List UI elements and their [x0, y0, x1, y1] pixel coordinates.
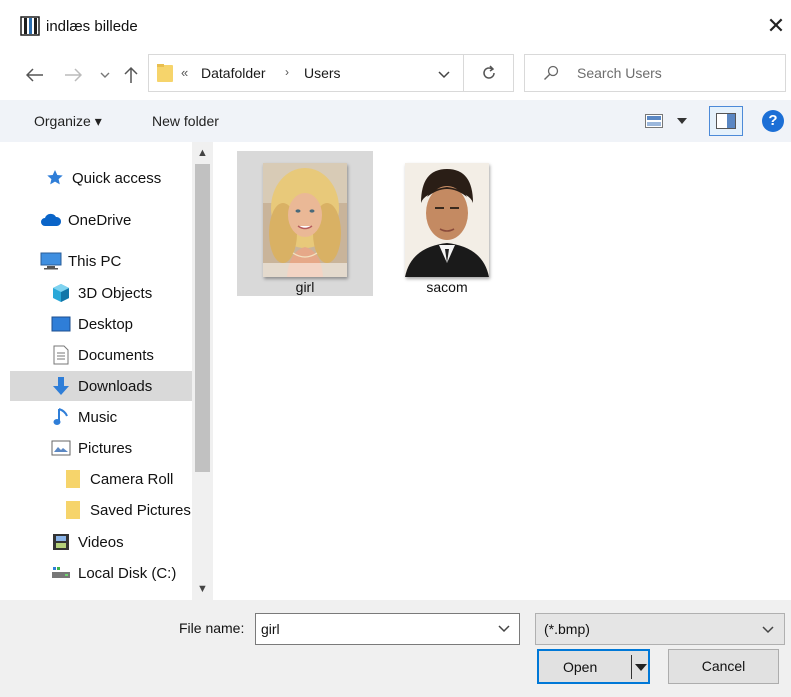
sacom-thumbnail — [405, 163, 489, 277]
desktop-icon — [50, 314, 72, 334]
folder-icon — [157, 64, 173, 82]
sidebar-item-camera-roll[interactable]: Camera Roll — [62, 464, 173, 494]
pictures-icon — [50, 438, 72, 458]
search-input[interactable]: Search Users — [524, 54, 786, 92]
file-item-sacom[interactable]: sacom — [379, 151, 515, 296]
sidebar-item-label: Documents — [78, 346, 154, 364]
back-arrow-icon — [26, 68, 43, 82]
sidebar-item-this-pc[interactable]: This PC — [40, 246, 121, 276]
girl-thumbnail — [263, 163, 347, 277]
open-dropdown-icon[interactable] — [635, 663, 647, 672]
file-list: girl sacom — [214, 142, 791, 600]
close-icon: ✕ — [766, 13, 786, 38]
view-dropdown-icon[interactable] — [677, 117, 687, 125]
scroll-up-arrow-icon[interactable]: ▲ — [192, 142, 213, 164]
sidebar-item-local-disk[interactable]: Local Disk (C:) — [50, 558, 176, 588]
music-note-icon — [50, 407, 72, 427]
command-toolbar: Organize ▾ New folder ? — [0, 100, 791, 142]
up-arrow-icon — [124, 66, 138, 83]
sidebar-item-onedrive[interactable]: OneDrive — [40, 205, 131, 235]
sidebar-item-documents[interactable]: Documents — [50, 340, 154, 370]
sidebar-item-label: Videos — [78, 533, 124, 551]
breadcrumb-separator[interactable]: › — [285, 65, 289, 79]
file-name-label: File name: — [179, 620, 245, 636]
sidebar-item-quick-access[interactable]: Quick access — [44, 163, 161, 193]
sidebar-item-label: This PC — [68, 252, 122, 270]
file-name-label: sacom — [426, 279, 468, 295]
recent-locations-button[interactable] — [94, 64, 116, 86]
file-name-label: girl — [295, 279, 315, 295]
sidebar-item-label: OneDrive — [68, 211, 132, 229]
address-bar[interactable]: « Datafolder › Users — [148, 54, 464, 92]
file-item-girl[interactable]: girl — [237, 151, 373, 296]
sidebar-item-videos[interactable]: Videos — [50, 527, 124, 557]
address-overflow-chevron[interactable]: « — [181, 65, 188, 80]
preview-pane-button[interactable] — [709, 106, 743, 136]
sidebar-item-3d-objects[interactable]: 3D Objects — [50, 278, 152, 308]
chevron-down-icon — [100, 72, 110, 78]
dialog-footer: File name: girl (*.bmp) Open Cancel — [0, 600, 791, 697]
breadcrumb-datafolder[interactable]: Datafolder — [201, 65, 266, 81]
file-name-value[interactable]: girl — [261, 621, 280, 637]
file-name-dropdown-icon[interactable] — [498, 624, 510, 634]
film-icon — [50, 532, 72, 552]
sidebar-item-pictures[interactable]: Pictures — [50, 433, 132, 463]
preview-pane-icon — [716, 113, 736, 129]
navigation-pane: Quick access OneDrive This PC 3D Objects… — [0, 142, 214, 600]
back-button[interactable] — [24, 64, 46, 86]
disk-icon — [50, 563, 72, 583]
sidebar-item-label: 3D Objects — [78, 284, 153, 302]
scroll-down-arrow-icon[interactable]: ▼ — [192, 578, 213, 600]
sidebar-item-label: Camera Roll — [90, 470, 174, 488]
navigation-bar: « Datafolder › Users Search Users — [0, 48, 791, 100]
cube-icon — [50, 283, 72, 303]
sidebar-item-desktop[interactable]: Desktop — [50, 309, 133, 339]
chevron-down-icon — [762, 626, 774, 634]
open-button-label: Open — [563, 659, 598, 675]
sidebar-item-music[interactable]: Music — [50, 402, 117, 432]
sidebar-item-saved-pictures[interactable]: Saved Pictures — [62, 495, 191, 525]
window-title: indlæs billede — [46, 18, 138, 35]
close-button[interactable]: ✕ — [761, 8, 791, 44]
star-icon — [44, 168, 66, 188]
sidebar-item-label: Pictures — [78, 439, 133, 457]
refresh-icon — [482, 65, 495, 79]
file-type-select[interactable]: (*.bmp) — [535, 613, 785, 645]
sidebar-scrollbar[interactable]: ▲ ▼ — [192, 142, 213, 600]
search-icon — [544, 65, 559, 80]
file-name-input[interactable] — [255, 613, 520, 645]
computer-icon — [40, 251, 62, 271]
search-placeholder: Search Users — [577, 65, 662, 81]
refresh-button[interactable] — [464, 54, 514, 92]
forward-arrow-icon — [65, 68, 82, 82]
help-button[interactable]: ? — [762, 110, 784, 132]
new-folder-button[interactable]: New folder — [152, 113, 219, 129]
sidebar-item-label: Quick access — [72, 169, 162, 187]
sidebar-item-label: Saved Pictures — [90, 501, 191, 519]
cancel-button[interactable]: Cancel — [668, 649, 779, 684]
download-arrow-icon — [50, 376, 72, 396]
sidebar-item-downloads[interactable]: Downloads — [10, 371, 192, 401]
split-divider — [631, 655, 632, 679]
sidebar-item-label: Downloads — [78, 377, 153, 395]
sidebar-item-label: Music — [78, 408, 118, 426]
folder-icon — [62, 469, 84, 489]
breadcrumb-users[interactable]: Users — [304, 65, 341, 81]
app-film-icon — [20, 16, 40, 36]
change-view-icon[interactable] — [645, 114, 663, 128]
address-dropdown-icon[interactable] — [437, 67, 451, 81]
folder-icon — [62, 500, 84, 520]
forward-button[interactable] — [62, 64, 84, 86]
sidebar-item-label: Local Disk (C:) — [78, 564, 177, 582]
sidebar-item-label: Desktop — [78, 315, 134, 333]
cloud-icon — [40, 210, 62, 230]
open-button[interactable]: Open — [537, 649, 650, 684]
up-button[interactable] — [120, 64, 142, 86]
scrollbar-thumb[interactable] — [195, 164, 210, 472]
file-type-value: (*.bmp) — [544, 621, 590, 637]
document-icon — [50, 345, 72, 365]
organize-button[interactable]: Organize ▾ — [34, 113, 102, 130]
title-bar: indlæs billede ✕ — [0, 0, 791, 48]
